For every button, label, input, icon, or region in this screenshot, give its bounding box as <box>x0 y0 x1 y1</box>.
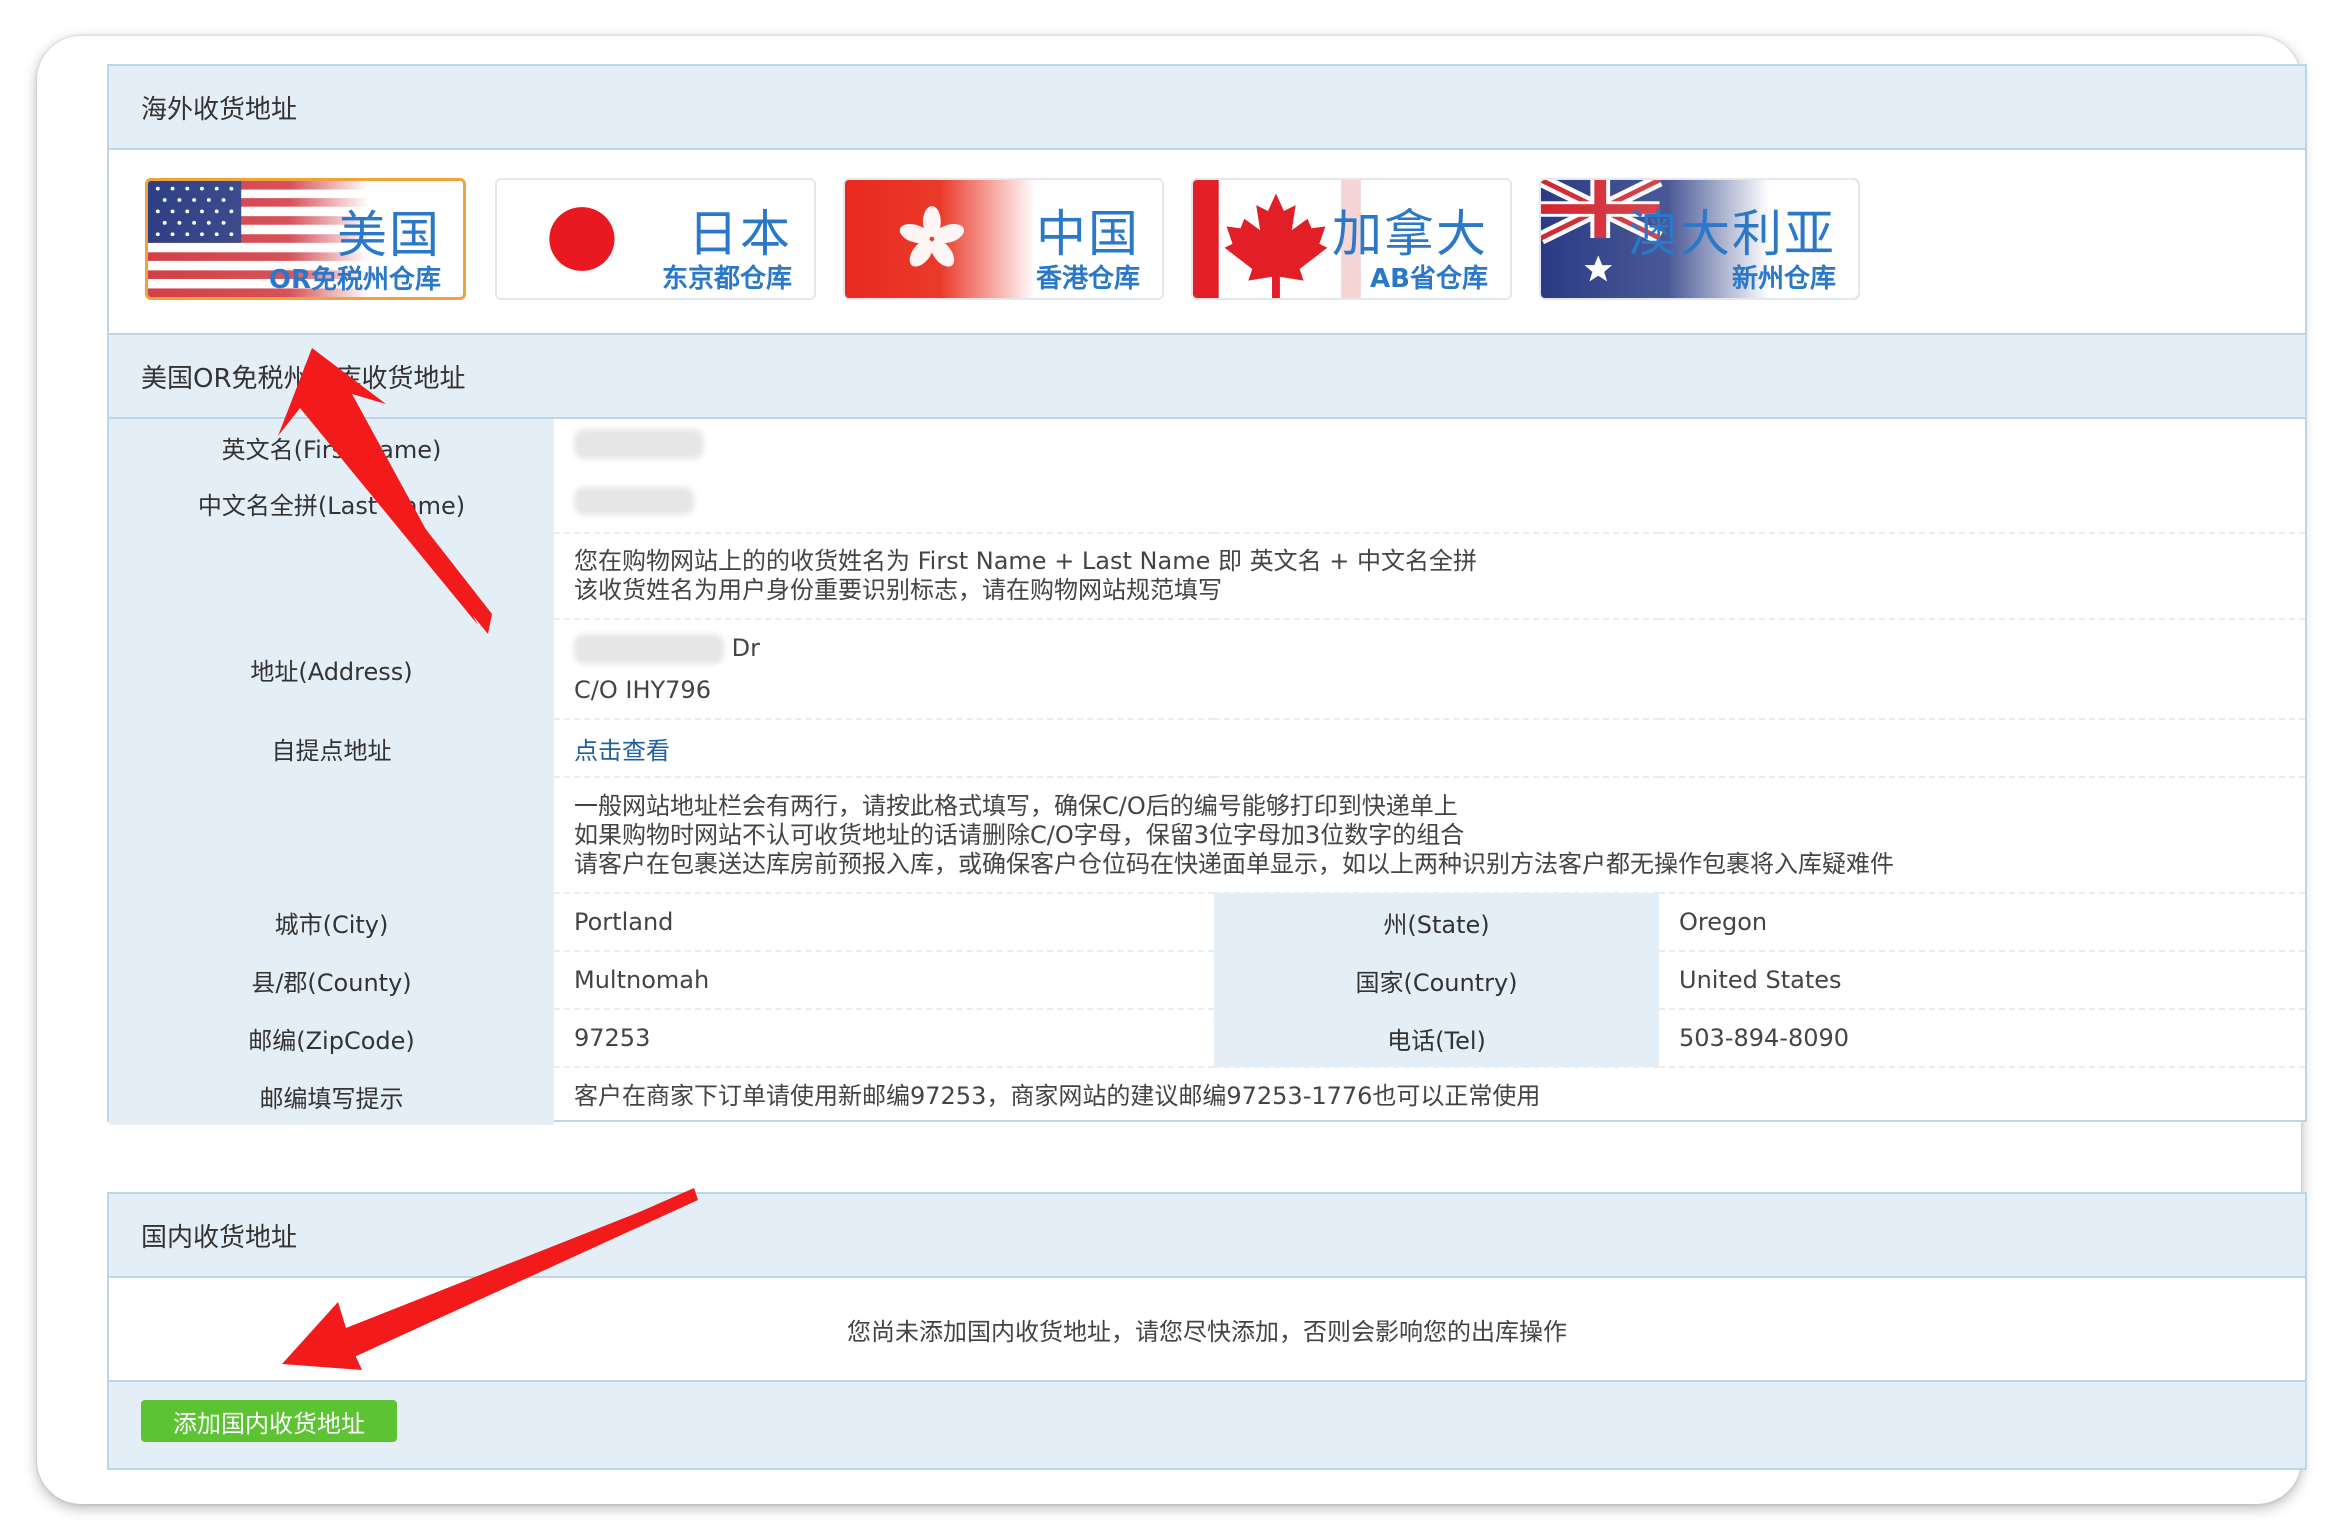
first-name-label: 英文名(First Name) <box>109 419 554 475</box>
table-row: 中文名全拼(Last Name) <box>109 475 2305 534</box>
page-card: 海外收货地址 美国 OR免税州仓库 日本 东京都仓库 中国 香港仓库 加拿大 A… <box>37 36 2307 1504</box>
warehouse-card-canada[interactable]: 加拿大 AB省仓库 <box>1191 178 1512 300</box>
table-row: 县/郡(County) Multnomah 国家(Country) United… <box>109 951 2305 1010</box>
last-name-label: 中文名全拼(Last Name) <box>109 475 554 534</box>
redacted-first-name <box>574 429 704 459</box>
name-note-1: 您在购物网站上的的收货姓名为 First Name + Last Name 即 … <box>574 547 1477 575</box>
county-label: 县/郡(County) <box>109 951 554 1010</box>
address-note-2: 如果购物时网站不认可收货地址的话请删除C/O字母，保留3位字母加3位数字的组合 <box>574 820 1465 849</box>
table-row: 英文名(First Name) <box>109 419 2305 475</box>
county-value: Multnomah <box>554 951 1214 1010</box>
domestic-panel-title: 国内收货地址 <box>141 1222 298 1253</box>
overseas-address-panel: 海外收货地址 美国 OR免税州仓库 日本 东京都仓库 中国 香港仓库 加拿大 A… <box>107 64 2307 1125</box>
overseas-panel-title: 海外收货地址 <box>141 94 298 125</box>
name-note-2: 该收货姓名为用户身份重要识别标志，请在购物网站规范填写 <box>574 576 1222 604</box>
address-note-3: 请客户在包裹送达库房前预报入库，或确保客户仓位码在快递面单显示，如以上两种识别方… <box>574 849 1894 878</box>
warehouse-subtitle: 东京都仓库 <box>661 264 792 294</box>
warehouse-subtitle: OR免税州仓库 <box>268 265 441 295</box>
table-row: 地址(Address) Dr C/O IHY796 <box>109 619 2305 720</box>
city-label: 城市(City) <box>109 893 554 952</box>
domestic-address-panel: 国内收货地址 您尚未添加国内收货地址，请您尽快添加，否则会影响您的出库操作 添加… <box>107 1192 2307 1470</box>
empty-label-cell <box>109 533 554 620</box>
warehouse-subtitle: 香港仓库 <box>1035 264 1140 294</box>
table-row: 自提点地址 点击查看 <box>109 719 2305 778</box>
table-row: 一般网站地址栏会有两行，请按此格式填写，确保C/O后的编号能够打印到快递单上 如… <box>109 777 2305 894</box>
add-domestic-address-button[interactable]: 添加国内收货地址 <box>141 1400 397 1442</box>
address-suffix: Dr <box>731 634 760 662</box>
warehouse-subtitle: 新州仓库 <box>1731 264 1836 294</box>
country-value: United States <box>1659 951 2305 1010</box>
warehouse-name: 美国 <box>337 206 441 264</box>
pickup-value: 点击查看 <box>554 719 2305 778</box>
pickup-view-link[interactable]: 点击查看 <box>574 737 670 765</box>
zip-hint-value: 客户在商家下订单请使用新邮编97253，商家网站的建议邮编97253-1776也… <box>574 1082 1541 1110</box>
state-value: Oregon <box>1659 893 2305 952</box>
first-name-value <box>554 419 2305 475</box>
address-note-1: 一般网站地址栏会有两行，请按此格式填写，确保C/O后的编号能够打印到快递单上 <box>574 791 1458 820</box>
domestic-empty-message: 您尚未添加国内收货地址，请您尽快添加，否则会影响您的出库操作 <box>109 1278 2305 1382</box>
state-label: 州(State) <box>1214 893 1659 952</box>
zip-hint-label: 邮编填写提示 <box>109 1067 554 1125</box>
warehouse-name: 加拿大 <box>1332 205 1488 263</box>
warehouse-card-us[interactable]: 美国 OR免税州仓库 <box>145 178 466 300</box>
warehouse-name: 日本 <box>688 205 792 263</box>
warehouse-subtitle: AB省仓库 <box>1370 264 1488 294</box>
redacted-street <box>574 634 724 664</box>
tel-label: 电话(Tel) <box>1214 1009 1659 1068</box>
last-name-value <box>554 475 2305 534</box>
tel-value: 503-894-8090 <box>1659 1009 2305 1068</box>
us-address-section: 美国OR免税州仓库收货地址 英文名(First Name) 中文名全拼(Last… <box>109 333 2305 1125</box>
zip-label: 邮编(ZipCode) <box>109 1009 554 1068</box>
empty-label-cell <box>109 777 554 894</box>
us-address-header: 美国OR免税州仓库收货地址 <box>109 333 2305 419</box>
table-row: 邮编填写提示 客户在商家下订单请使用新邮编97253，商家网站的建议邮编9725… <box>109 1067 2305 1125</box>
domestic-panel-header: 国内收货地址 <box>109 1194 2305 1278</box>
city-value: Portland <box>554 893 1214 952</box>
country-label: 国家(Country) <box>1214 951 1659 1010</box>
warehouse-name: 澳大利亚 <box>1628 205 1836 263</box>
address-value: Dr C/O IHY796 <box>554 619 2305 720</box>
warehouse-card-hongkong[interactable]: 中国 香港仓库 <box>843 178 1164 300</box>
pickup-label: 自提点地址 <box>109 719 554 778</box>
table-row: 城市(City) Portland 州(State) Oregon <box>109 893 2305 952</box>
overseas-panel-header: 海外收货地址 <box>109 66 2305 150</box>
address-label: 地址(Address) <box>109 619 554 720</box>
address-note-cell: 一般网站地址栏会有两行，请按此格式填写，确保C/O后的编号能够打印到快递单上 如… <box>554 777 2305 894</box>
domestic-footer <box>109 1382 2305 1468</box>
us-address-table: 英文名(First Name) 中文名全拼(Last Name) 您在购物网站上… <box>109 419 2305 1125</box>
warehouse-name: 中国 <box>1036 205 1140 263</box>
address-line-2: C/O IHY796 <box>574 676 711 704</box>
zip-value: 97253 <box>554 1009 1214 1068</box>
warehouse-card-japan[interactable]: 日本 东京都仓库 <box>495 178 816 300</box>
us-address-title: 美国OR免税州仓库收货地址 <box>141 363 466 394</box>
address-line-1: Dr <box>574 627 2305 669</box>
redacted-last-name <box>574 486 694 515</box>
table-row: 您在购物网站上的的收货姓名为 First Name + Last Name 即 … <box>109 533 2305 620</box>
warehouse-card-australia[interactable]: 澳大利亚 新州仓库 <box>1539 178 1860 300</box>
name-note-cell: 您在购物网站上的的收货姓名为 First Name + Last Name 即 … <box>554 533 2305 620</box>
table-row: 邮编(ZipCode) 97253 电话(Tel) 503-894-8090 <box>109 1009 2305 1068</box>
